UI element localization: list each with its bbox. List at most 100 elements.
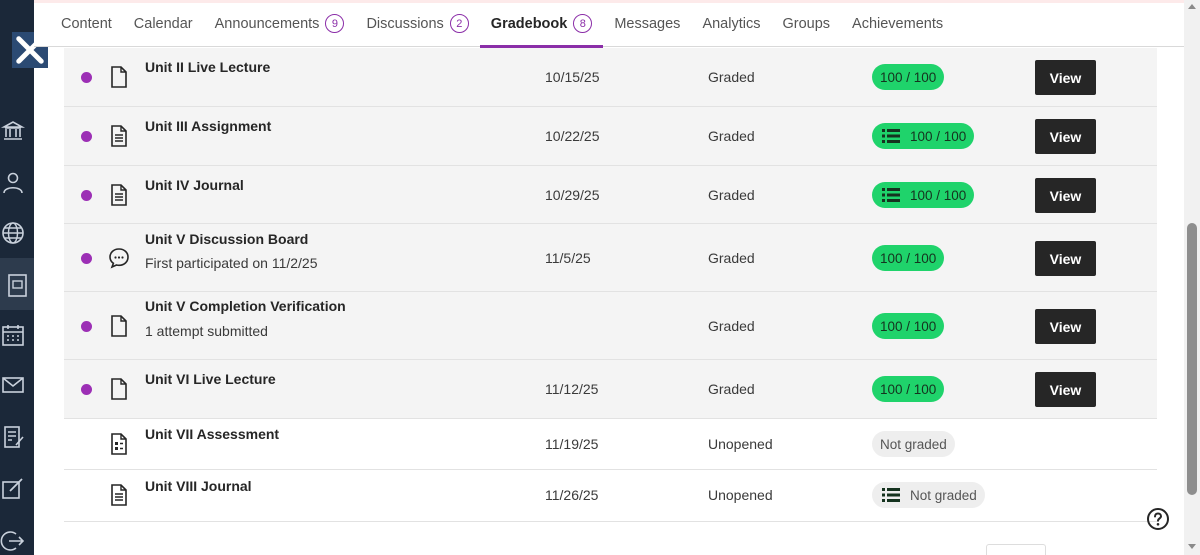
item-status: Graded bbox=[708, 381, 755, 397]
tab-calendar[interactable]: Calendar bbox=[123, 0, 204, 47]
item-type bbox=[107, 183, 131, 207]
tab-messages[interactable]: Messages bbox=[603, 0, 691, 47]
item-status: Graded bbox=[708, 318, 755, 334]
due-date: 11/5/25 bbox=[545, 250, 591, 266]
item-title[interactable]: Unit IV Journal bbox=[145, 177, 244, 193]
tab-achievements[interactable]: Achievements bbox=[841, 0, 954, 47]
grade-value: 100 / 100 bbox=[880, 381, 937, 397]
tab-discussions[interactable]: Discussions 2 bbox=[355, 0, 479, 47]
gradebook-row[interactable]: Unit V Completion Verification 1 attempt … bbox=[64, 292, 1157, 360]
tab-label: Messages bbox=[614, 15, 681, 32]
item-status: Graded bbox=[708, 69, 755, 85]
gradebook-row[interactable]: Unit III Assignment 10/22/25 Graded 100 / 1… bbox=[64, 107, 1157, 166]
grade-value: 100 / 100 bbox=[910, 187, 967, 203]
tab-label: Discussions bbox=[366, 15, 444, 32]
tab-label: Achievements bbox=[852, 15, 944, 32]
sidebar-item-calendar[interactable] bbox=[0, 322, 26, 348]
gradebook-row[interactable]: Unit VIII Journal 11/26/25 Unopened Not gra… bbox=[64, 470, 1157, 522]
new-item-dot bbox=[81, 190, 92, 201]
gradebook-row[interactable]: Unit VI Live Lecture 11/12/25 Graded 100 / … bbox=[64, 360, 1157, 419]
view-button[interactable]: View bbox=[1035, 309, 1096, 344]
grade-pill: 100 / 100 bbox=[872, 313, 945, 339]
item-title[interactable]: Unit VII Assessment bbox=[145, 426, 279, 442]
scrollbar-thumb[interactable] bbox=[1187, 223, 1197, 495]
tab-label: Analytics bbox=[702, 15, 761, 32]
course-tab-bar: Content Calendar Announcements 9 Discussions… bbox=[34, 0, 1184, 48]
due-date: 11/19/25 bbox=[545, 436, 599, 452]
view-button[interactable]: View bbox=[1035, 178, 1096, 213]
institution-icon bbox=[0, 121, 26, 140]
item-type bbox=[107, 246, 131, 270]
item-title[interactable]: Unit II Live Lecture bbox=[145, 59, 270, 75]
item-subtitle: First participated on 11/2/25 bbox=[145, 255, 318, 271]
due-date: 11/12/25 bbox=[545, 381, 599, 397]
item-status: Graded bbox=[708, 187, 755, 203]
tab-count-badge: 2 bbox=[449, 14, 469, 33]
tab-label: Calendar bbox=[133, 15, 193, 32]
grade-value: 100 / 100 bbox=[880, 318, 937, 334]
grade-value: Not graded bbox=[910, 487, 977, 503]
sidebar-item-globe[interactable] bbox=[0, 220, 26, 246]
due-date: 10/15/25 bbox=[545, 69, 600, 85]
grade-pill: 100 / 100 bbox=[872, 123, 975, 149]
sign-out-icon bbox=[0, 531, 25, 551]
view-button[interactable]: View bbox=[1035, 372, 1096, 407]
grade-pill: Not graded bbox=[872, 482, 985, 508]
new-item-dot bbox=[81, 72, 92, 83]
item-type bbox=[107, 314, 131, 338]
item-type bbox=[107, 124, 131, 148]
sidebar-item-courses[interactable] bbox=[4, 272, 30, 298]
messages-icon bbox=[2, 377, 24, 393]
due-date: 11/26/25 bbox=[545, 487, 599, 503]
gradebook-row[interactable]: Unit IV Journal 10/29/25 Graded 100 / 100 Vi… bbox=[64, 166, 1157, 224]
sidebar-item-grades[interactable] bbox=[0, 424, 26, 450]
tab-gradebook[interactable]: Gradebook 8 bbox=[479, 0, 604, 48]
view-button[interactable]: View bbox=[1035, 60, 1096, 95]
item-title[interactable]: Unit V Discussion Board bbox=[145, 231, 308, 247]
item-type bbox=[107, 65, 131, 89]
document-icon bbox=[111, 378, 127, 400]
discussion-icon bbox=[109, 248, 129, 269]
grade-value: 100 / 100 bbox=[880, 69, 937, 85]
view-button[interactable]: View bbox=[1035, 119, 1096, 154]
help-button[interactable] bbox=[1146, 507, 1170, 531]
sidebar-item-edit[interactable] bbox=[0, 476, 26, 502]
new-item-dot bbox=[81, 253, 92, 264]
grade-value: 100 / 100 bbox=[880, 250, 937, 266]
sidebar-item-institution[interactable] bbox=[0, 118, 26, 144]
item-type bbox=[107, 483, 131, 507]
help-icon bbox=[1147, 508, 1169, 530]
rubric-icon bbox=[882, 188, 900, 202]
tab-label: Announcements bbox=[214, 15, 320, 32]
left-navigation-sidebar bbox=[0, 0, 34, 555]
document-icon bbox=[111, 315, 127, 337]
sidebar-item-messages[interactable] bbox=[0, 372, 26, 398]
tab-count-badge: 8 bbox=[573, 14, 593, 33]
sidebar-item-sign-out[interactable] bbox=[0, 528, 26, 554]
grade-value: 100 / 100 bbox=[910, 128, 967, 144]
sidebar-item-profile[interactable] bbox=[0, 170, 26, 196]
tab-label: Gradebook bbox=[490, 15, 568, 32]
tab-announcements[interactable]: Announcements 9 bbox=[204, 0, 356, 47]
gradebook-row[interactable]: Unit II Live Lecture 10/15/25 Graded 100 / … bbox=[64, 48, 1157, 107]
item-status: Graded bbox=[708, 128, 755, 144]
tab-count-badge: 9 bbox=[325, 14, 345, 33]
tab-analytics[interactable]: Analytics bbox=[691, 0, 771, 47]
item-title[interactable]: Unit VI Live Lecture bbox=[145, 371, 276, 387]
profile-icon bbox=[3, 172, 23, 194]
assignment-icon bbox=[111, 125, 127, 147]
item-title[interactable]: Unit V Completion Verification bbox=[145, 298, 346, 314]
footer-control bbox=[986, 544, 1046, 555]
rubric-icon bbox=[882, 129, 900, 143]
gradebook-row[interactable]: Unit V Discussion Board First participate… bbox=[64, 224, 1157, 292]
view-button[interactable]: View bbox=[1035, 241, 1096, 276]
assignment-icon bbox=[111, 484, 127, 506]
gradebook-row[interactable]: Unit VII Assessment 11/19/25 Unopened Not g… bbox=[64, 419, 1157, 470]
item-title[interactable]: Unit III Assignment bbox=[145, 118, 271, 134]
item-status: Unopened bbox=[708, 436, 773, 452]
grade-pill: 100 / 100 bbox=[872, 376, 945, 402]
item-title[interactable]: Unit VIII Journal bbox=[145, 478, 252, 494]
tab-groups[interactable]: Groups bbox=[771, 0, 841, 47]
tab-content[interactable]: Content bbox=[50, 0, 123, 47]
grade-pill: Not graded bbox=[872, 431, 955, 457]
